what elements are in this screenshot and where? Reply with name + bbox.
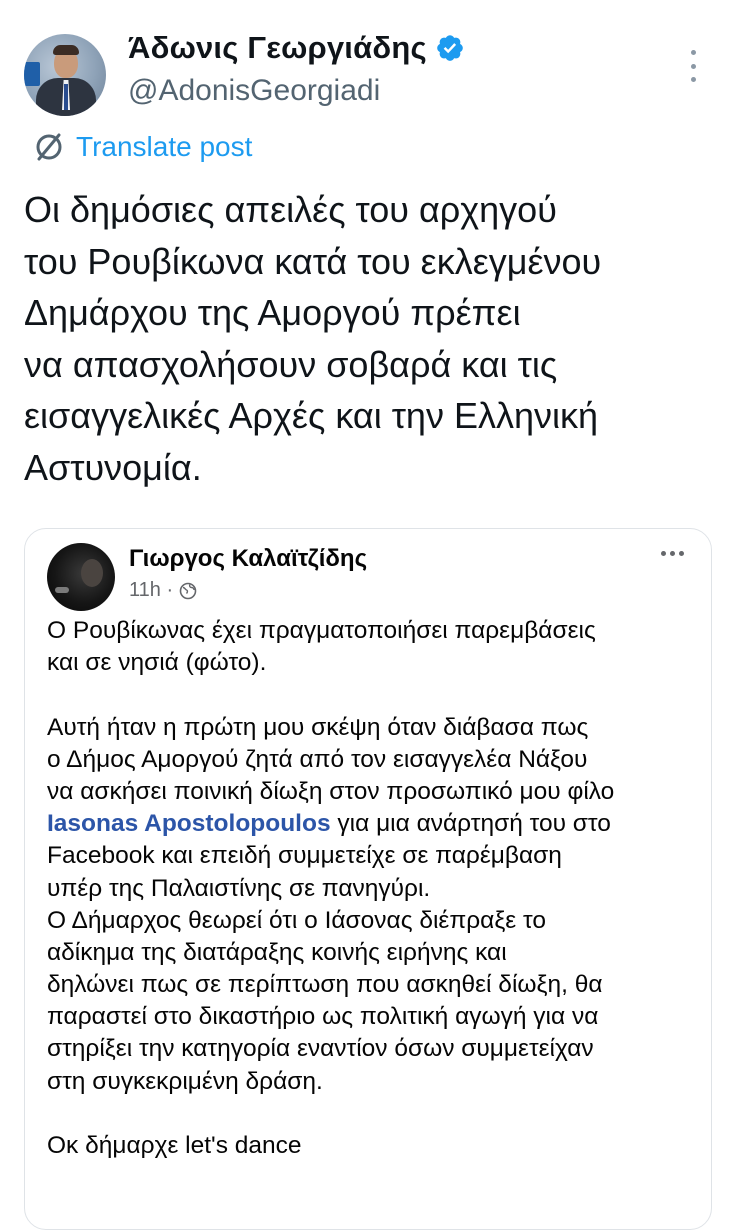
post-line: στηρίξει την κατηγορία εναντίον όσων συμ… (47, 1035, 594, 1063)
post-line: αδίκημα της διατάραξης κοινής ειρήνης κα… (47, 938, 507, 966)
more-vertical-icon[interactable] (686, 50, 700, 82)
mention-link: Iasonas Apostolopoulos (47, 810, 331, 838)
author-avatar[interactable] (24, 34, 106, 116)
embedded-post-time: 11h · (129, 579, 174, 601)
author-name[interactable]: Άδωνις Γεωργιάδης (128, 30, 427, 66)
tweet-text: Οι δημόσιες απειλές του αρχηγού του Ρουβ… (24, 189, 602, 488)
embedded-more-icon (661, 551, 684, 556)
globe-icon (179, 582, 197, 599)
post-line: Ο Ρουβίκωνας έχει πραγματοποιήσει παρεμβ… (47, 617, 596, 644)
post-line: Facebook και επειδή συμμετείχε σε παρέμβ… (47, 842, 562, 870)
translate-label[interactable]: Translate post (76, 131, 252, 163)
post-line: και σε νησιά (φώτο). (47, 649, 267, 677)
post-line: δηλώνει πως σε περίπτωση που ασκηθεί δίω… (47, 971, 603, 999)
embedded-post-text: Ο Ρουβίκωνας έχει πραγματοποιήσει παρεμβ… (47, 615, 697, 1162)
post-line: Ο Δήμαρχος θεωρεί ότι ο Ιάσονας διέπραξε… (47, 906, 546, 934)
post-line: παραστεί στο δικαστήριο ως πολιτική αγωγ… (47, 1003, 599, 1031)
translate-post-link[interactable]: Translate post (32, 127, 252, 167)
post-line-with-mention: Iasonas Apostolopoulos για μια ανάρτησή … (47, 808, 697, 840)
embedded-author-avatar (47, 543, 115, 611)
post-line: να ασκήσει ποινική δίωξη στον προσωπικό … (47, 777, 615, 805)
post-line-closing: Οκ δήμαρχε let's dance (47, 1132, 302, 1159)
post-line: ο Δήμος Αμοργού ζητά από τον εισαγγελέα … (47, 745, 588, 773)
post-line-suffix: για μια ανάρτησή του στο (330, 810, 611, 838)
post-line: Αυτή ήταν η πρώτη μου σκέψη όταν διάβασα… (47, 713, 589, 741)
embedded-post-meta: 11h · (129, 579, 197, 602)
translate-icon (36, 133, 62, 161)
embedded-image-card[interactable]: Γιωργος Καλαϊτζίδης 11h · Ο Ρουβίκωνας έ… (24, 528, 712, 1230)
post-line: στη συγκεκριμένη δράση. (47, 1067, 323, 1095)
post-line: υπέρ της Παλαιστίνης σε πανηγύρι. (47, 874, 431, 902)
author-name-row[interactable]: Άδωνις Γεωργιάδης (128, 30, 465, 66)
embedded-author-name: Γιωργος Καλαϊτζίδης (129, 545, 368, 572)
author-handle[interactable]: @AdonisGeorgiadi (128, 74, 380, 108)
verified-badge-icon (437, 35, 463, 61)
